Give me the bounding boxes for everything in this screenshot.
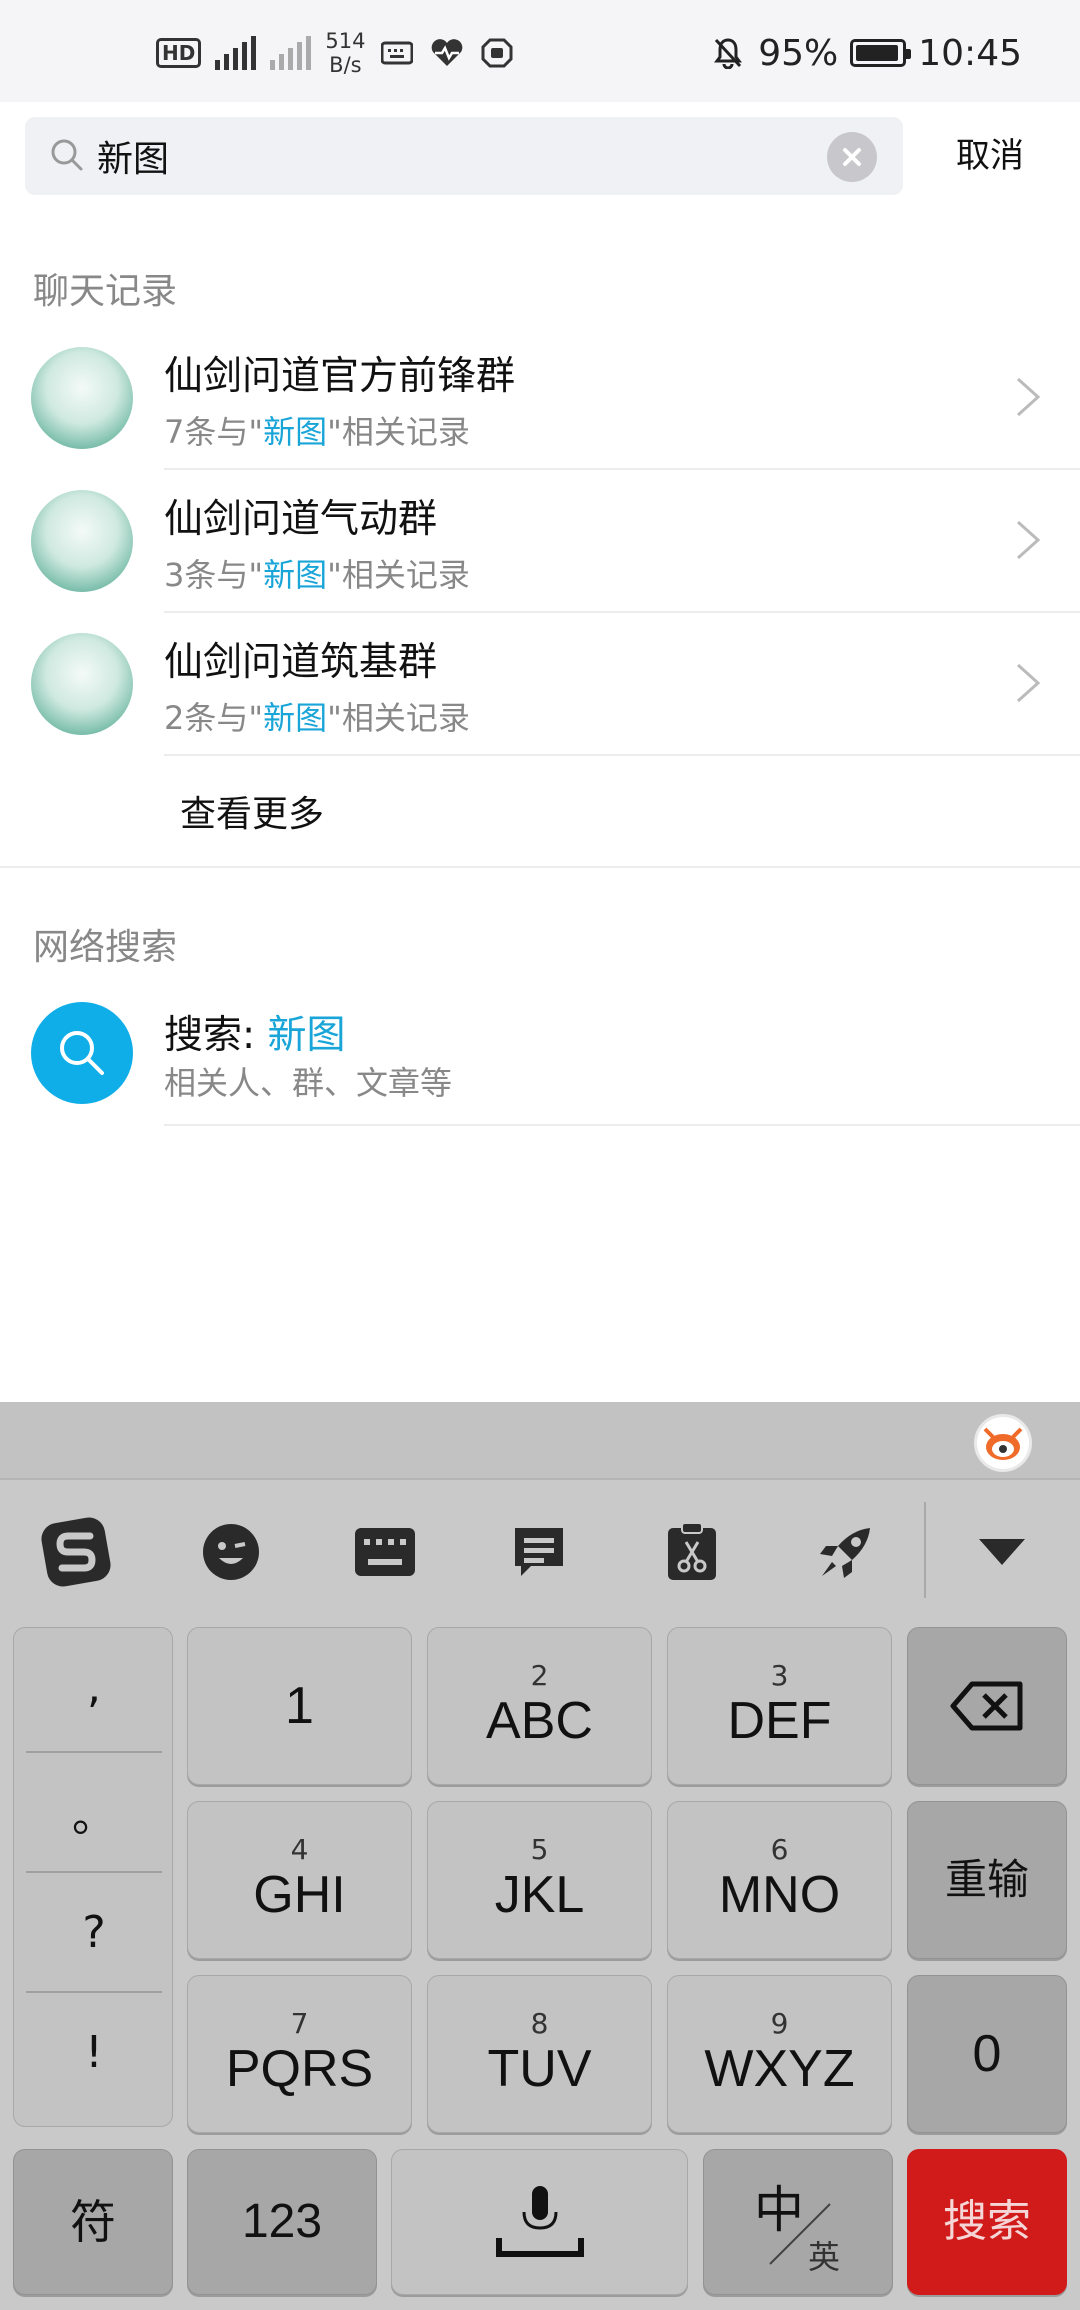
close-icon [843,148,861,166]
chat-name: 仙剑问道官方前锋群 [164,354,516,399]
status-right: 95% 10:45 [710,28,1022,78]
group-avatar [31,490,133,592]
emoji-icon[interactable] [191,1512,271,1592]
web-search-icon [31,1002,133,1104]
chevron-right-icon [1014,375,1042,423]
key-4-ghi[interactable]: 4 GHI [187,1801,412,1959]
key-2-abc[interactable]: 2 ABC [427,1627,652,1785]
number-key[interactable]: 123 [187,2149,377,2295]
search-key[interactable]: 搜索 [907,2149,1067,2295]
health-icon [429,38,465,68]
chat-name: 仙剑问道气动群 [164,497,438,542]
chat-section-title: 聊天记录 [33,271,178,312]
hd-icon: HD [156,38,202,68]
bell-off-icon [710,38,746,69]
chat-result-1[interactable]: 仙剑问道官方前锋群 7条与"新图"相关记录 [0,325,1080,468]
chat-match-count: 2条与"新图"相关记录 [164,699,470,737]
reset-key[interactable]: 重输 [907,1801,1067,1959]
mascot-icon[interactable] [974,1414,1032,1472]
view-more-link[interactable]: 查看更多 [180,785,324,837]
key-8-tuv[interactable]: 8 TUV [427,1975,652,2133]
group-avatar [31,633,133,735]
punctuation-column: , 。 ? ! [13,1627,173,2127]
chat-match-count: 7条与"新图"相关记录 [164,413,470,451]
keyboard-switch-icon[interactable] [345,1512,425,1592]
keyboard-icon [379,38,415,68]
clear-search-button[interactable] [827,132,877,182]
toolbar-divider [924,1502,926,1598]
signal-4g-icon [215,36,257,70]
message-icon[interactable] [499,1512,579,1592]
net-speed: 514 B/s [325,29,365,77]
section-divider [0,866,1080,868]
chevron-right-icon [1014,518,1042,566]
chevron-right-icon [1014,661,1042,709]
key-5-jkl[interactable]: 5 JKL [427,1801,652,1959]
shield-icon [479,38,515,68]
space-key[interactable] [391,2149,688,2295]
divider [164,1124,1080,1126]
web-search-subtitle: 相关人、群、文章等 [164,1064,453,1102]
symbol-key[interactable]: 符 [13,2149,173,2295]
backspace-icon [950,1681,1023,1731]
battery-percent: 95% [758,32,839,74]
punct-key-period[interactable]: 。 [14,1753,174,1871]
punct-key-exclaim[interactable]: ! [14,1993,174,2111]
ime-keyboard: , 。 ? ! 1 2 ABC 3 DEF 4 GHI 5 JKL 6 MNO 重输 7P… [0,1402,1080,2310]
clock: 10:45 [918,32,1022,74]
search-input[interactable] [97,117,817,195]
status-left: HD 514 B/s [156,28,515,78]
sogou-logo-icon[interactable] [36,1512,116,1592]
net-speed-value: 514 [325,29,366,53]
backspace-key[interactable] [907,1627,1067,1785]
net-speed-unit: B/s [329,53,362,77]
group-avatar [31,347,133,449]
cancel-button[interactable]: 取消 [930,117,1050,195]
search-box[interactable] [25,117,903,195]
rocket-icon[interactable] [806,1512,886,1592]
chat-result-2[interactable]: 仙剑问道气动群 3条与"新图"相关记录 [0,468,1080,611]
chat-result-3[interactable]: 仙剑问道筑基群 2条与"新图"相关记录 [0,611,1080,754]
keyboard-toolbar [0,1482,1080,1612]
key-7-pqrs[interactable]: 7 PQRS [187,1975,412,2133]
clipboard-icon[interactable] [652,1512,732,1592]
search-icon [49,137,85,177]
battery-icon [850,39,912,67]
key-1[interactable]: 1 [187,1627,412,1785]
chat-name: 仙剑问道筑基群 [164,640,438,685]
key-9-wxyz[interactable]: 9 WXYZ [667,1975,892,2133]
key-3-def[interactable]: 3 DEF [667,1627,892,1785]
status-bar: HD 514 B/s 95% 10:45 [0,0,1080,102]
key-0[interactable]: 0 [907,1975,1067,2133]
collapse-keyboard-icon[interactable] [962,1512,1042,1592]
key-6-mno[interactable]: 6 MNO [667,1801,892,1959]
keyboard-candidate-bar [0,1402,1080,1480]
no-signal-icon [270,36,312,70]
punct-key-question[interactable]: ? [14,1873,174,1991]
microphone-icon [495,2186,584,2257]
language-switch-key[interactable]: 中 英 [703,2149,893,2295]
divider [164,754,1080,756]
chat-match-count: 3条与"新图"相关记录 [164,556,470,594]
web-section-title: 网络搜索 [33,927,178,968]
web-search-item[interactable]: 搜索: 新图 相关人、群、文章等 [0,990,1080,1125]
web-search-title: 搜索: 新图 [164,1013,346,1058]
punct-key-comma[interactable]: , [14,1628,174,1746]
